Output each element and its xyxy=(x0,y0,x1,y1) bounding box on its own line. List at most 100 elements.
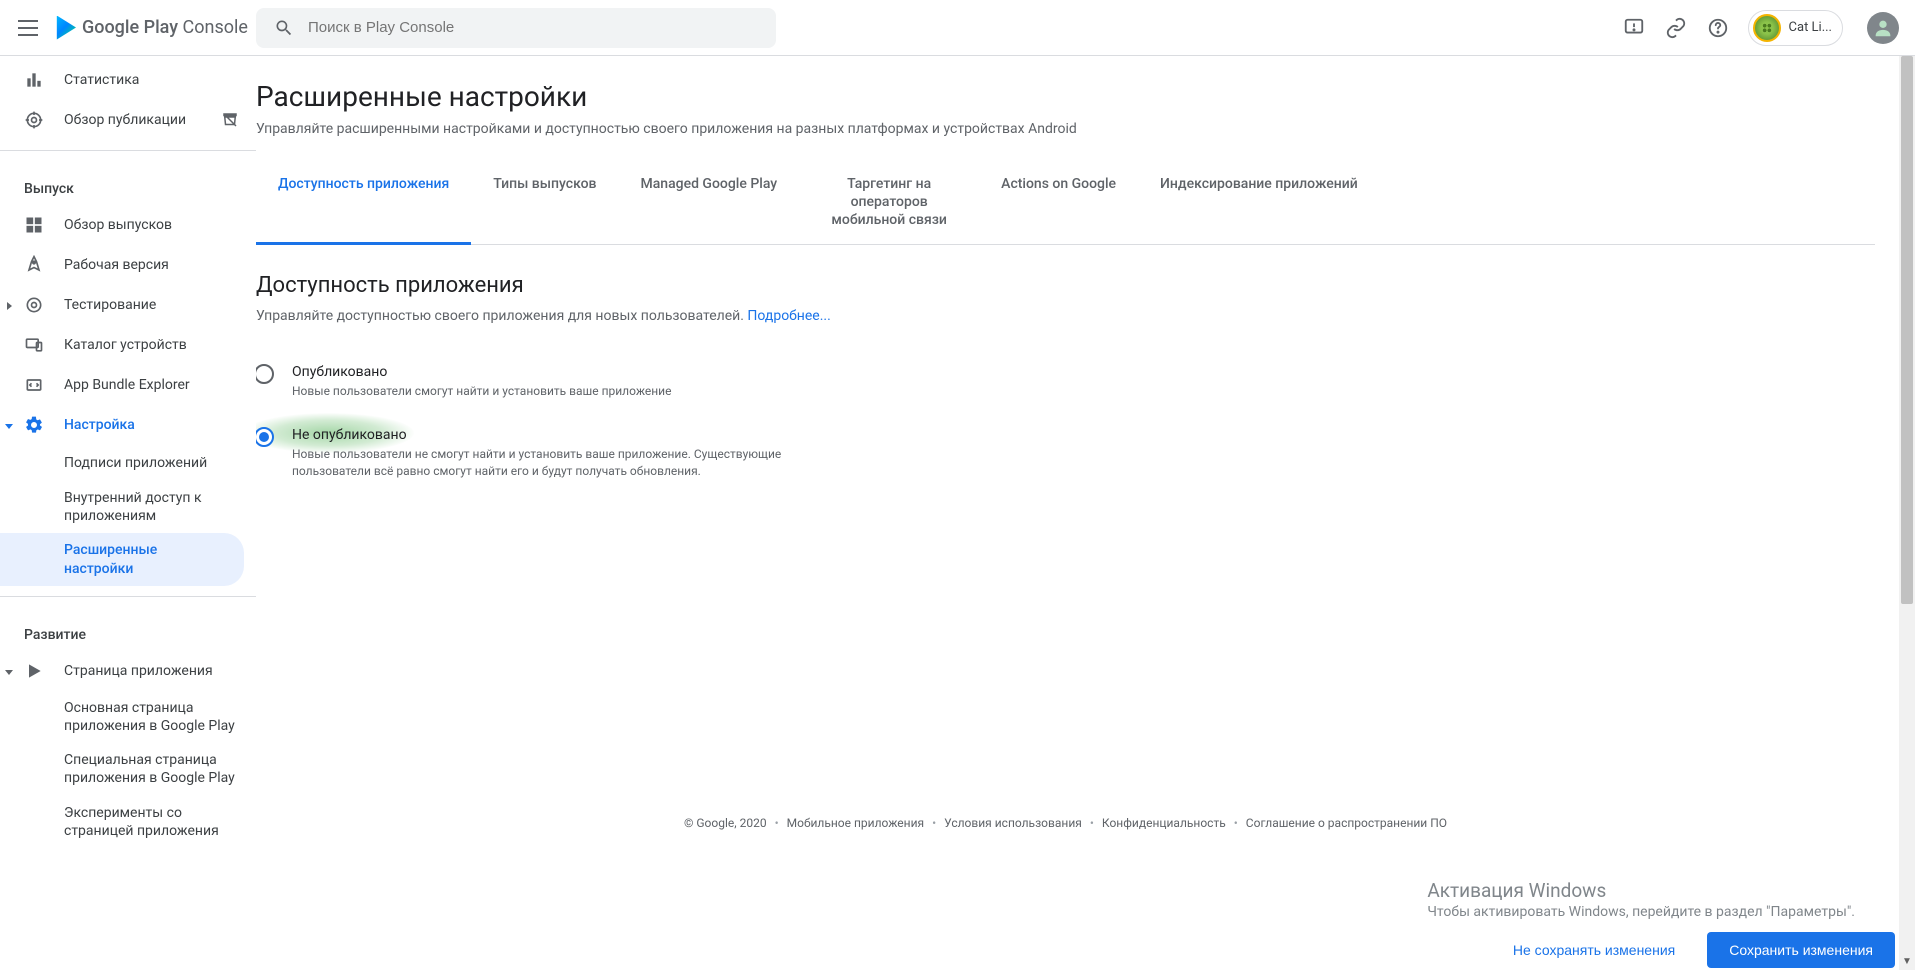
stats-icon xyxy=(24,70,44,90)
nav-item-основная-страница-пр[interactable]: Основная страница приложения в Google Pl… xyxy=(0,691,256,743)
nav-label: Рабочая версия xyxy=(64,257,169,273)
nav-label: Внутренний доступ к приложениям xyxy=(64,489,240,525)
app-name: Cat Li... xyxy=(1789,20,1832,35)
radio-option-0[interactable]: Опубликовано Новые пользователи смогут на… xyxy=(256,356,1875,420)
tabs: Доступность приложенияТипы выпусковManag… xyxy=(256,161,1875,245)
section-desc: Управляйте доступностью своего приложени… xyxy=(256,308,1875,324)
page-subtitle: Управляйте расширенными настройками и до… xyxy=(256,121,1875,137)
nav-label: Тестирование xyxy=(64,297,156,313)
nav-item-каталог-устройств[interactable]: Каталог устройств xyxy=(0,325,256,365)
app-avatar-icon xyxy=(1753,14,1781,42)
nav-label: Специальная страница приложения в Google… xyxy=(64,751,240,787)
action-bar: Не сохранять изменения Сохранить изменен… xyxy=(256,930,1899,970)
help-icon[interactable] xyxy=(1706,16,1730,40)
radio-label: Не опубликовано xyxy=(292,427,792,443)
search-container[interactable] xyxy=(256,8,776,48)
discard-button[interactable]: Не сохранять изменения xyxy=(1491,932,1697,968)
radio-label: Опубликовано xyxy=(292,364,671,380)
section-release: Выпуск xyxy=(0,161,256,205)
radio-desc: Новые пользователи смогут найти и устано… xyxy=(292,383,671,400)
footer-sep: • xyxy=(932,816,936,830)
nav-label: Эксперименты со страницей приложения xyxy=(64,804,240,840)
nav-item-обзор-выпусков[interactable]: Обзор выпусков xyxy=(0,205,256,245)
tab-1[interactable]: Типы выпусков xyxy=(471,161,618,244)
radio-content: Не опубликовано Новые пользователи не смо… xyxy=(292,427,792,480)
footer-sep: • xyxy=(775,816,779,830)
tab-5[interactable]: Индексирование приложений xyxy=(1138,161,1380,244)
bundle-icon xyxy=(24,375,44,395)
section-grow: Развитие xyxy=(0,607,256,651)
page-title: Расширенные настройки xyxy=(256,80,1875,113)
nav-item-внутренний-доступ-к-[interactable]: Внутренний доступ к приложениям xyxy=(0,481,256,533)
nav-item-обзор-публикации[interactable]: Обзор публикации xyxy=(0,100,256,140)
scrollbar-thumb[interactable] xyxy=(1901,56,1913,604)
nav-item-статистика[interactable]: Статистика xyxy=(0,60,256,100)
logo-text: Google Play Console xyxy=(82,17,248,38)
radio-button[interactable] xyxy=(256,364,274,384)
nav-item-тестирование[interactable]: Тестирование xyxy=(0,285,256,325)
unpublish-icon xyxy=(220,110,240,130)
header-right: Cat Li... xyxy=(1622,10,1899,46)
tab-3[interactable]: Таргетинг на операторов мобильной связи xyxy=(799,161,979,244)
tab-4[interactable]: Actions on Google xyxy=(979,161,1138,244)
scrollbar[interactable]: ▲ ▼ xyxy=(1899,56,1915,970)
section-title: Доступность приложения xyxy=(256,273,1875,298)
chevron-down-icon xyxy=(4,665,16,677)
nav-item-эксперименты-со-стра[interactable]: Эксперименты со страницей приложения xyxy=(0,796,256,848)
menu-icon[interactable] xyxy=(16,16,40,40)
search-input[interactable] xyxy=(308,19,758,36)
publish-overview-icon xyxy=(24,110,44,130)
nav-label: Каталог устройств xyxy=(64,337,187,353)
radio-option-1[interactable]: Не опубликовано Новые пользователи не смо… xyxy=(256,419,1875,500)
nav-label: Обзор выпусков xyxy=(64,217,172,233)
nav-item-app-bundle-explorer[interactable]: App Bundle Explorer xyxy=(0,365,256,405)
gear-icon xyxy=(24,415,44,435)
header-left: Google Play Console xyxy=(16,16,256,40)
scroll-down-icon[interactable]: ▼ xyxy=(1899,954,1915,970)
nav-label: Страница приложения xyxy=(64,663,213,679)
nav-item-страница-приложения[interactable]: Страница приложения xyxy=(0,651,256,691)
feedback-icon[interactable] xyxy=(1622,16,1646,40)
account-avatar[interactable] xyxy=(1867,12,1899,44)
nav-item-рабочая-версия[interactable]: Рабочая версия xyxy=(0,245,256,285)
main-content: Расширенные настройки Управляйте расшире… xyxy=(256,56,1915,970)
availability-radio-group: Опубликовано Новые пользователи смогут на… xyxy=(256,356,1875,500)
footer-links: © Google, 2020 • Мобильное приложения • Усло… xyxy=(256,816,1875,830)
radio-content: Опубликовано Новые пользователи смогут на… xyxy=(292,364,671,400)
play-logo-icon xyxy=(52,16,76,40)
radio-desc: Новые пользователи не смогут найти и уст… xyxy=(292,446,792,480)
footer-link-0: © Google, 2020 xyxy=(684,816,767,830)
footer-sep: • xyxy=(1090,816,1094,830)
nav-label: Настройка xyxy=(64,417,135,433)
radio-button[interactable] xyxy=(256,427,274,447)
devices-icon xyxy=(24,335,44,355)
nav-item-специальная-страница[interactable]: Специальная страница приложения в Google… xyxy=(0,743,256,795)
nav-label: Подписи приложений xyxy=(64,454,207,472)
divider xyxy=(0,596,256,597)
nav-item-подписи-приложений[interactable]: Подписи приложений xyxy=(0,445,256,481)
footer-link-1[interactable]: Мобильное приложения xyxy=(787,816,924,830)
tab-2[interactable]: Managed Google Play xyxy=(619,161,800,244)
footer-link-2[interactable]: Условия использования xyxy=(944,816,1082,830)
footer-link-4[interactable]: Соглашение о распространении ПО xyxy=(1246,816,1447,830)
footer-link-3[interactable]: Конфиденциальность xyxy=(1102,816,1226,830)
chevron-down-icon xyxy=(4,419,16,431)
nav-label: Обзор публикации xyxy=(64,112,186,128)
play-icon xyxy=(24,661,44,681)
learn-more-link[interactable]: Подробнее... xyxy=(747,308,830,324)
nav-label: Основная страница приложения в Google Pl… xyxy=(64,699,240,735)
tab-0[interactable]: Доступность приложения xyxy=(256,161,471,245)
nav-label: Расширенные настройки xyxy=(64,541,228,577)
nav-label: App Bundle Explorer xyxy=(64,377,190,393)
rocket-icon xyxy=(24,255,44,275)
link-icon[interactable] xyxy=(1664,16,1688,40)
footer-sep: • xyxy=(1234,816,1238,830)
chevron-right-icon xyxy=(4,299,16,311)
search-icon xyxy=(274,18,294,38)
app-switcher-chip[interactable]: Cat Li... xyxy=(1748,10,1843,46)
play-console-logo[interactable]: Google Play Console xyxy=(52,16,248,40)
dashboard-icon xyxy=(24,215,44,235)
save-button[interactable]: Сохранить изменения xyxy=(1707,932,1895,968)
nav-item-настройка[interactable]: Настройка xyxy=(0,405,256,445)
nav-item-расширенные-настройк[interactable]: Расширенные настройки xyxy=(0,533,244,585)
